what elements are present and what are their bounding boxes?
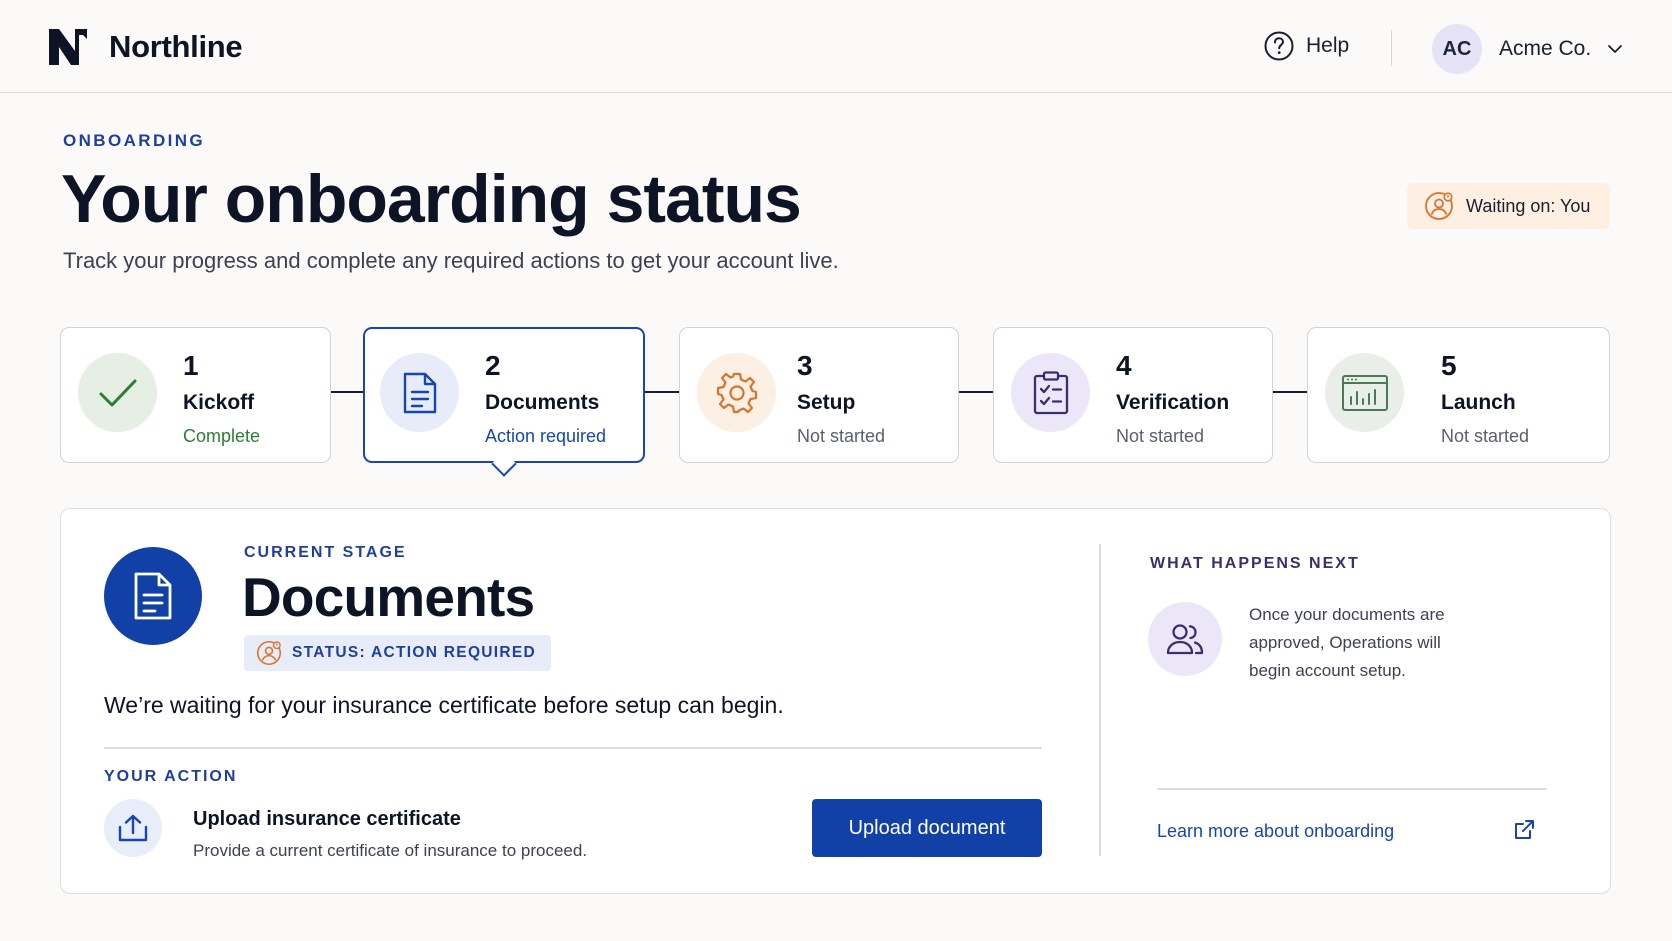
clipboard-check-icon: [1033, 370, 1068, 414]
what-happens-next-eyebrow: WHAT HAPPENS NEXT: [1150, 555, 1360, 572]
step-launch[interactable]: 5 Launch Not started: [1307, 327, 1610, 463]
step-documents[interactable]: 2 Documents Action required: [363, 327, 645, 463]
step-icon-circle: [1325, 353, 1404, 432]
dashboard-icon: [1341, 374, 1388, 411]
header-divider: [1391, 30, 1392, 66]
check-icon: [99, 379, 136, 406]
status-badge: STATUS: ACTION REQUIRED: [244, 635, 552, 671]
chevron-down-icon: [1608, 45, 1623, 53]
brand-logo[interactable]: Northline: [47, 27, 243, 67]
step-setup[interactable]: 3 Setup Not started: [679, 327, 959, 463]
current-stage-eyebrow: CURRENT STAGE: [244, 544, 407, 561]
step-kickoff[interactable]: 1 Kickoff Complete: [60, 327, 331, 463]
help-button[interactable]: Help: [1264, 31, 1349, 61]
page-eyebrow: ONBOARDING: [63, 131, 206, 150]
waiting-on-label: Waiting on: You: [1466, 195, 1591, 216]
step-connector: [330, 391, 363, 393]
step-label: Documents: [485, 391, 600, 414]
step-status: Action required: [485, 426, 607, 446]
status-badge-label: STATUS: ACTION REQUIRED: [292, 644, 537, 661]
avatar: AC: [1432, 24, 1482, 74]
step-number: 5: [1441, 350, 1457, 381]
upload-icon: [118, 814, 148, 842]
step-verification[interactable]: 4 Verification Not started: [993, 327, 1273, 463]
action-description: Provide a current certificate of insuran…: [193, 841, 588, 860]
user-alert-icon: [256, 640, 282, 666]
what-happens-next-text: Once your documents are approved, Operat…: [1249, 605, 1445, 680]
step-status: Not started: [797, 426, 886, 446]
step-number: 1: [183, 350, 199, 381]
external-link-icon[interactable]: [1513, 819, 1535, 841]
step-connector: [957, 391, 993, 393]
account-menu[interactable]: AC Acme Co.: [1432, 24, 1623, 74]
current-stage-title: Documents: [242, 566, 535, 628]
step-number: 4: [1116, 350, 1132, 381]
upload-document-button[interactable]: Upload document: [812, 799, 1042, 857]
top-bar: Northline Help AC Acme Co.: [0, 0, 1672, 93]
user-alert-icon: [1425, 192, 1453, 220]
step-status: Complete: [183, 426, 261, 446]
brand-name: Northline: [109, 29, 243, 64]
your-action-eyebrow: YOUR ACTION: [104, 768, 238, 785]
step-icon-circle: [697, 353, 776, 432]
step-connector: [1271, 391, 1307, 393]
stage-message: We’re waiting for your insurance certifi…: [104, 692, 784, 718]
step-status: Not started: [1441, 426, 1530, 446]
step-icon-circle: [1011, 353, 1090, 432]
northline-logo-icon: [49, 29, 87, 65]
account-name: Acme Co.: [1499, 37, 1592, 60]
document-icon: [403, 372, 436, 413]
step-label: Kickoff: [183, 391, 255, 414]
step-label: Launch: [1441, 391, 1516, 414]
step-status: Not started: [1116, 426, 1205, 446]
section-divider: [1157, 788, 1547, 790]
help-label: Help: [1306, 34, 1350, 57]
step-number: 3: [797, 350, 813, 381]
current-stage-card: CURRENT STAGE Documents STATUS: ACTION R…: [60, 508, 1611, 894]
step-icon-circle: [78, 353, 157, 432]
step-label: Verification: [1116, 391, 1230, 414]
card-column-divider: [1099, 544, 1101, 856]
page-subtitle: Track your progress and complete any req…: [63, 248, 839, 273]
waiting-on-badge: Waiting on: You: [1407, 183, 1610, 229]
users-icon: [1166, 624, 1204, 655]
section-divider: [104, 747, 1042, 749]
step-label: Setup: [797, 391, 856, 414]
step-number: 2: [485, 350, 501, 381]
help-icon: [1264, 31, 1294, 61]
step-icon-circle: [380, 353, 459, 432]
action-title: Upload insurance certificate: [193, 808, 461, 830]
team-icon-circle: [1148, 602, 1222, 676]
learn-more-link[interactable]: Learn more about onboarding: [1157, 821, 1394, 842]
step-connector: [643, 391, 679, 393]
gear-icon: [716, 372, 757, 413]
stage-icon-circle: [104, 547, 202, 645]
upload-icon-circle: [104, 799, 162, 857]
document-icon: [134, 572, 172, 620]
page-title: Your onboarding status: [61, 161, 802, 237]
